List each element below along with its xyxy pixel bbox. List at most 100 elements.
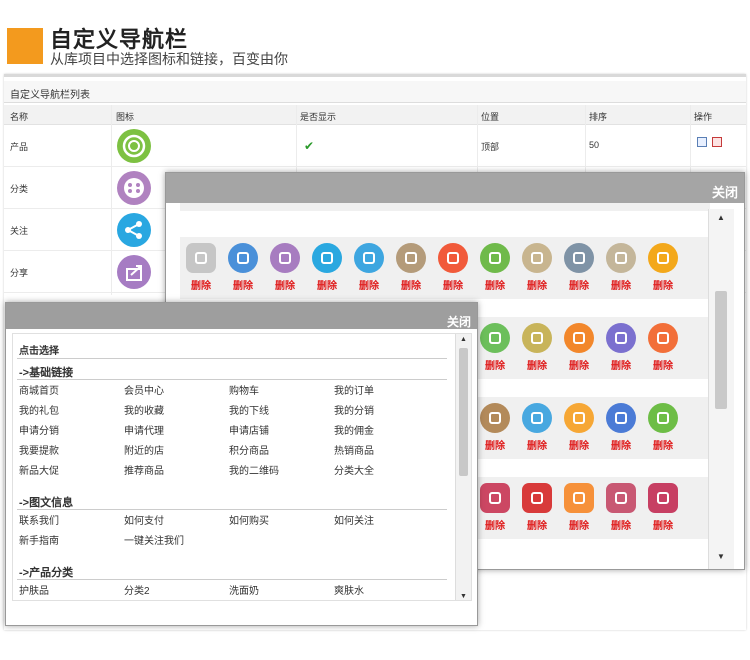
delete-link[interactable]: 删除 bbox=[475, 357, 515, 372]
delete-link[interactable]: 删除 bbox=[559, 357, 599, 372]
link-item[interactable]: 我的礼包 bbox=[19, 402, 59, 417]
link-item[interactable]: 一键关注我们 bbox=[124, 532, 184, 547]
scroll-down-icon[interactable]: ▼ bbox=[717, 552, 725, 561]
link-item[interactable]: 购物车 bbox=[229, 382, 259, 397]
delete-link[interactable]: 删除 bbox=[601, 357, 641, 372]
bell-icon[interactable] bbox=[564, 323, 594, 353]
delete-link[interactable]: 删除 bbox=[601, 277, 641, 292]
link-item[interactable]: 我的二维码 bbox=[229, 462, 279, 477]
bulb-icon[interactable] bbox=[564, 483, 594, 513]
car-icon[interactable] bbox=[438, 243, 468, 273]
delete-link[interactable]: 删除 bbox=[223, 277, 263, 292]
link-item[interactable]: 申请分销 bbox=[19, 422, 59, 437]
tv-icon[interactable] bbox=[564, 243, 594, 273]
ufo-icon[interactable] bbox=[606, 403, 636, 433]
link-item[interactable]: 我的订单 bbox=[334, 382, 374, 397]
chat-icon[interactable] bbox=[522, 243, 552, 273]
flask-icon[interactable] bbox=[480, 323, 510, 353]
thumbs-up-icon[interactable] bbox=[522, 323, 552, 353]
delete-link[interactable]: 删除 bbox=[643, 437, 683, 452]
link-item[interactable]: 爽肤水 bbox=[334, 582, 364, 597]
link-item[interactable]: 联系我们 bbox=[19, 512, 59, 527]
link-item[interactable]: 会员中心 bbox=[124, 382, 164, 397]
globe-icon[interactable] bbox=[648, 403, 678, 433]
link-item[interactable]: 申请店铺 bbox=[229, 422, 269, 437]
link-dialog-close-button[interactable]: 关闭 bbox=[447, 313, 471, 330]
delete-link[interactable]: 删除 bbox=[391, 277, 431, 292]
link-item[interactable]: 如何购买 bbox=[229, 512, 269, 527]
delete-link[interactable]: 删除 bbox=[643, 357, 683, 372]
delete-link[interactable]: 删除 bbox=[559, 517, 599, 532]
delete-link[interactable]: 删除 bbox=[517, 437, 557, 452]
rocket-icon[interactable] bbox=[354, 243, 384, 273]
delete-link[interactable]: 删除 bbox=[517, 357, 557, 372]
speaker-icon[interactable] bbox=[648, 483, 678, 513]
building-icon[interactable] bbox=[228, 243, 258, 273]
link-item[interactable]: 附近的店 bbox=[124, 442, 164, 457]
link-item[interactable]: 护肤品 bbox=[19, 582, 49, 597]
weather-icon[interactable] bbox=[522, 403, 552, 433]
carrot-icon[interactable] bbox=[564, 403, 594, 433]
row-name: 分类 bbox=[10, 184, 29, 194]
link-item[interactable]: 分类大全 bbox=[334, 462, 374, 477]
link-item[interactable]: 我的收藏 bbox=[124, 402, 164, 417]
link-dialog-scrollbar[interactable]: ▲ ▼ bbox=[455, 334, 471, 600]
icon-glyph bbox=[573, 252, 585, 264]
burger-icon[interactable] bbox=[480, 243, 510, 273]
export-icon[interactable] bbox=[270, 243, 300, 273]
divider bbox=[17, 379, 447, 380]
delete-link[interactable]: 删除 bbox=[643, 517, 683, 532]
icon-dialog-close-button[interactable]: 关闭 bbox=[712, 182, 738, 201]
link-item[interactable]: 商城首页 bbox=[19, 382, 59, 397]
delete-link[interactable]: 删除 bbox=[517, 277, 557, 292]
document-icon[interactable] bbox=[606, 243, 636, 273]
delete-link[interactable]: 删除 bbox=[475, 277, 515, 292]
delete-link[interactable]: 删除 bbox=[475, 517, 515, 532]
calendar-icon[interactable] bbox=[396, 243, 426, 273]
piggy-bank-icon[interactable] bbox=[480, 483, 510, 513]
link-item[interactable]: 我的佣金 bbox=[334, 422, 374, 437]
link-item[interactable]: 新品大促 bbox=[19, 462, 59, 477]
tent-icon[interactable] bbox=[648, 323, 678, 353]
link-item[interactable]: 我要提款 bbox=[19, 442, 59, 457]
delete-link[interactable]: 删除 bbox=[475, 437, 515, 452]
link-item[interactable]: 热销商品 bbox=[334, 442, 374, 457]
delete-link[interactable]: 删除 bbox=[349, 277, 389, 292]
table-row[interactable]: 产品 ✔ 顶部 50 bbox=[4, 125, 746, 167]
delete-link[interactable]: 删除 bbox=[601, 437, 641, 452]
delete-link[interactable]: 删除 bbox=[559, 277, 599, 292]
delete-link[interactable]: 删除 bbox=[559, 437, 599, 452]
chef-icon[interactable] bbox=[606, 323, 636, 353]
link-item[interactable]: 我的下线 bbox=[229, 402, 269, 417]
scroll-down-icon[interactable]: ▼ bbox=[460, 593, 467, 600]
link-item[interactable]: 分类2 bbox=[124, 582, 150, 597]
link-item[interactable]: 推荐商品 bbox=[124, 462, 164, 477]
link-item[interactable]: 我的分销 bbox=[334, 402, 374, 417]
location-pin-icon[interactable] bbox=[648, 243, 678, 273]
link-item[interactable]: 如何支付 bbox=[124, 512, 164, 527]
scrollbar-thumb[interactable] bbox=[459, 348, 468, 476]
scroll-up-icon[interactable]: ▲ bbox=[460, 336, 467, 343]
scrollbar-thumb[interactable] bbox=[715, 291, 727, 409]
printer-icon[interactable] bbox=[606, 483, 636, 513]
grid-icon[interactable] bbox=[186, 243, 216, 273]
delete-link[interactable]: 删除 bbox=[517, 517, 557, 532]
delete-link[interactable]: 删除 bbox=[601, 517, 641, 532]
delete-icon[interactable] bbox=[712, 137, 722, 147]
delete-link[interactable]: 删除 bbox=[181, 277, 221, 292]
scroll-up-icon[interactable]: ▲ bbox=[717, 213, 725, 222]
link-item[interactable]: 新手指南 bbox=[19, 532, 59, 547]
link-item[interactable]: 如何关注 bbox=[334, 512, 374, 527]
share-icon[interactable] bbox=[312, 243, 342, 273]
delete-link[interactable]: 删除 bbox=[643, 277, 683, 292]
delete-link[interactable]: 删除 bbox=[265, 277, 305, 292]
icon-dialog-scrollbar[interactable]: ▲ ▼ bbox=[708, 209, 734, 569]
link-item[interactable]: 积分商品 bbox=[229, 442, 269, 457]
clock-icon[interactable] bbox=[522, 483, 552, 513]
delete-link[interactable]: 删除 bbox=[433, 277, 473, 292]
link-item[interactable]: 洗面奶 bbox=[229, 582, 259, 597]
edit-icon[interactable] bbox=[697, 137, 707, 147]
link-item[interactable]: 申请代理 bbox=[124, 422, 164, 437]
briefcase-icon[interactable] bbox=[480, 403, 510, 433]
delete-link[interactable]: 删除 bbox=[307, 277, 347, 292]
